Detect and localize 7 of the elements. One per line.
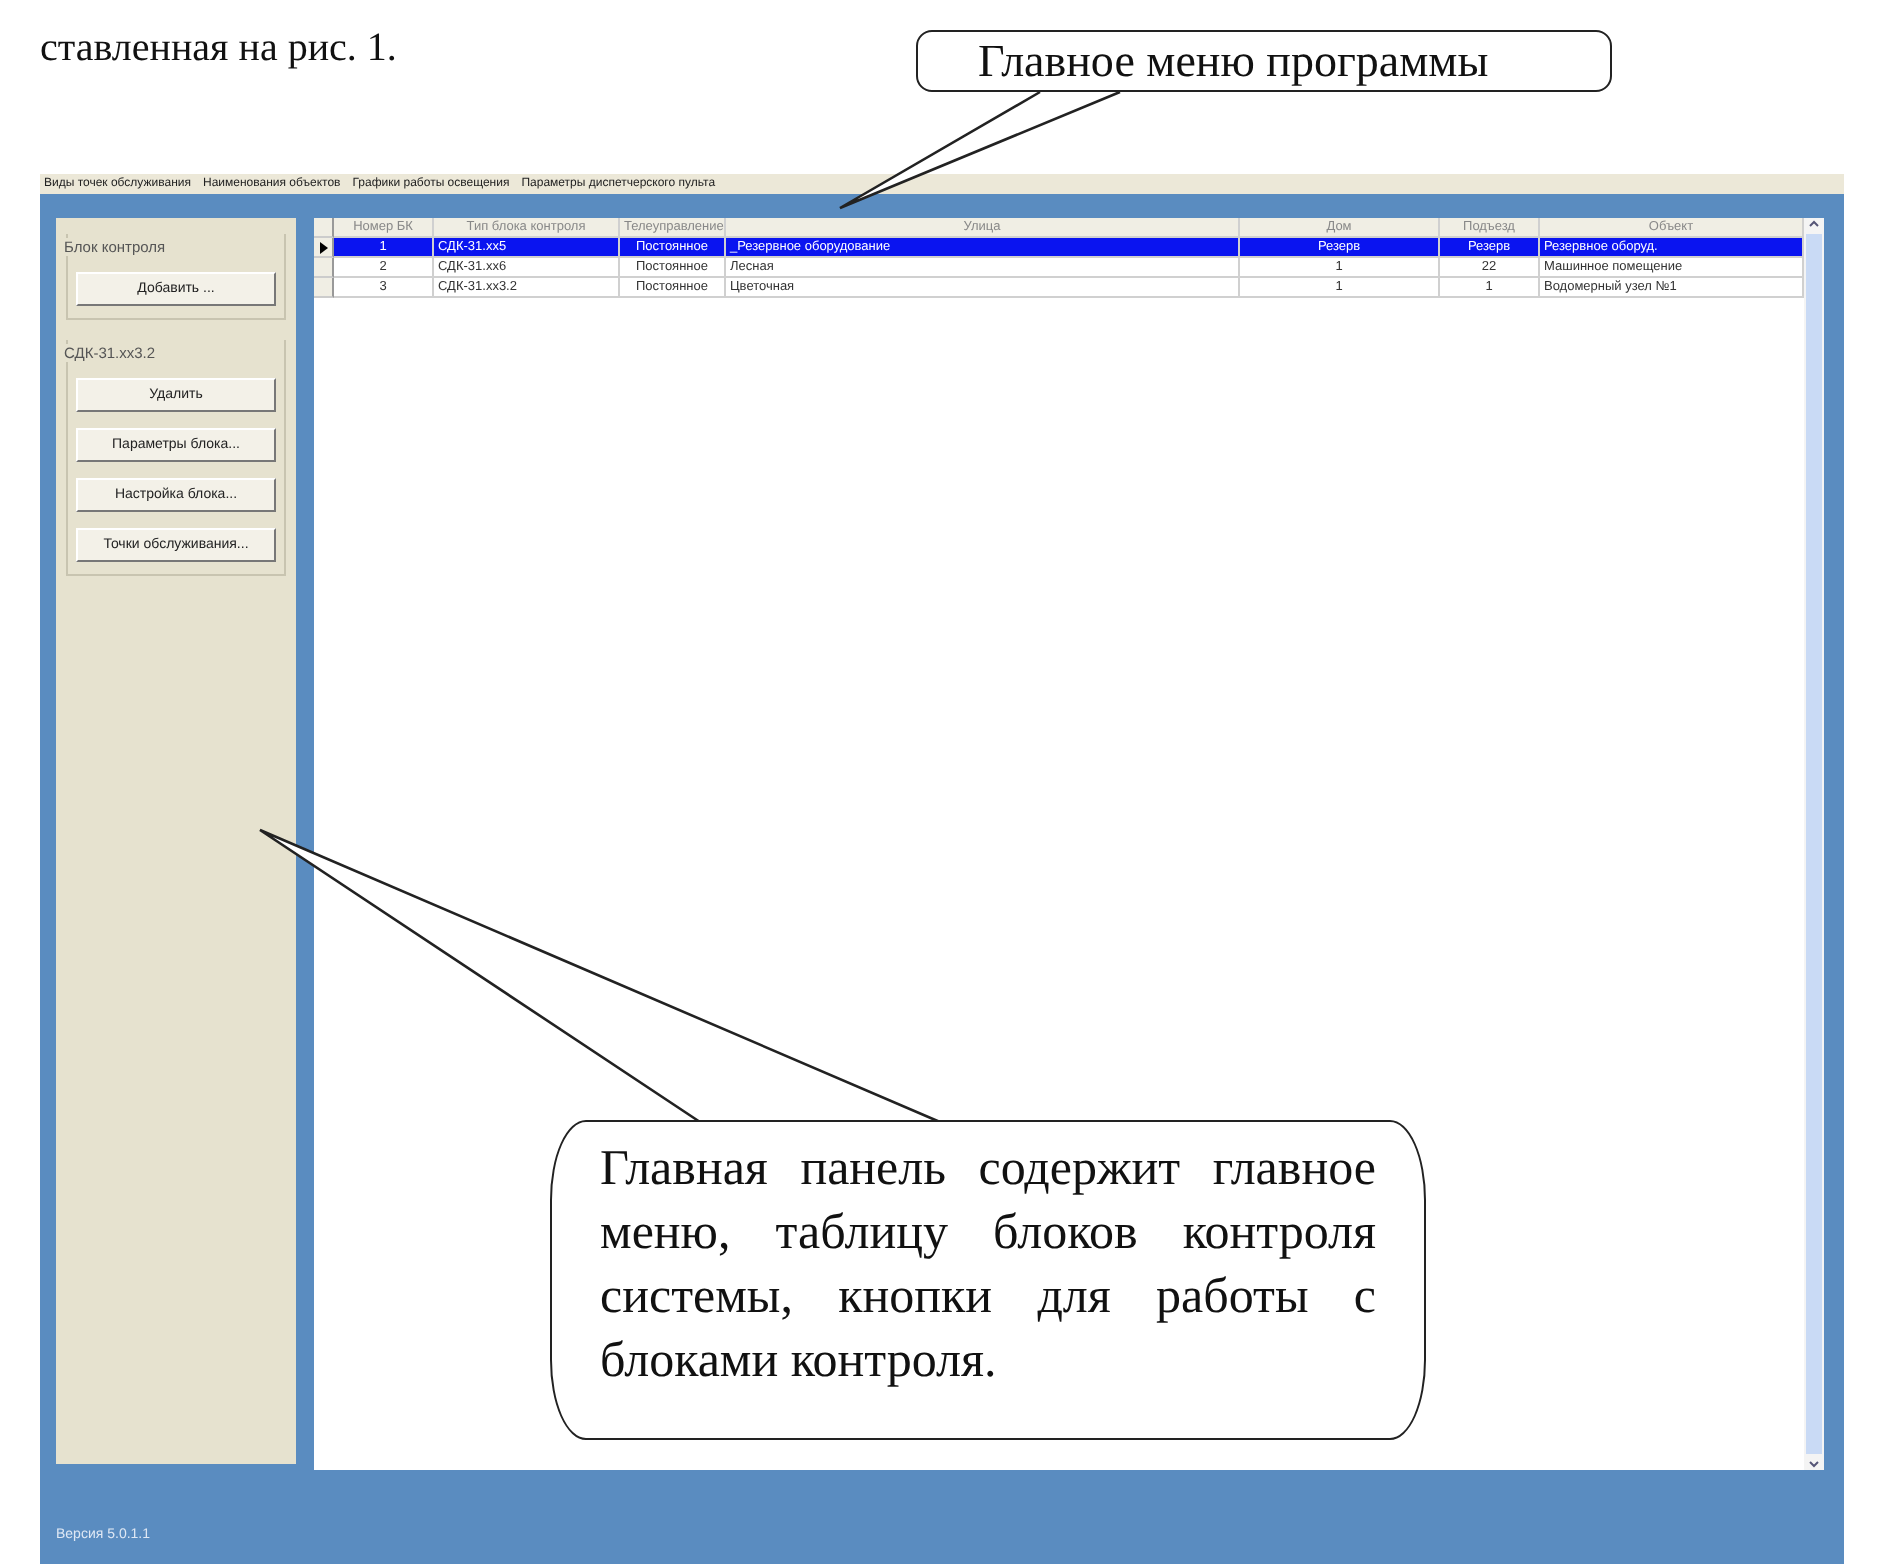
row-indicator[interactable] [314,238,334,258]
scrollbar[interactable] [1804,218,1824,1470]
table-corner [314,218,334,238]
callout-text: Главная панель содержит главное меню, таблицу блоков контроля системы, кнопки для работы с блоками контроля. [550,1120,1426,1440]
caption-text: ставленная на рис. 1. [40,26,397,72]
callout-text: Главное меню программы [916,30,1612,92]
current-row-icon [319,241,327,253]
